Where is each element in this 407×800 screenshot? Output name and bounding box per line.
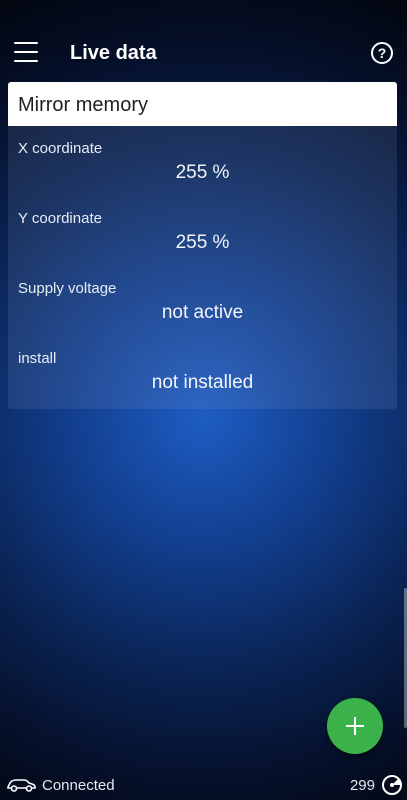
row-label: install bbox=[18, 350, 57, 367]
status-bar: Connected 299 bbox=[0, 770, 407, 800]
connection-status: Connected bbox=[42, 777, 115, 794]
mirror-memory-card: Mirror memory X coordinate 255 % Y coord… bbox=[8, 82, 397, 409]
plus-icon bbox=[346, 717, 364, 735]
row-label: X coordinate bbox=[18, 140, 103, 157]
top-app-bar: Live data ? bbox=[0, 0, 407, 80]
card-title: Mirror memory bbox=[8, 82, 397, 126]
page-title: Live data bbox=[70, 42, 157, 64]
row-label: Supply voltage bbox=[18, 280, 117, 297]
data-row-x-coordinate: X coordinate 255 % bbox=[8, 126, 397, 196]
gauge-icon[interactable] bbox=[381, 774, 403, 796]
data-row-supply-voltage: Supply voltage not active bbox=[8, 266, 397, 336]
row-value: 255 % bbox=[175, 232, 230, 253]
car-icon bbox=[7, 779, 36, 792]
add-button[interactable] bbox=[327, 698, 383, 754]
counter-value: 299 bbox=[349, 777, 375, 794]
data-row-install: install not installed bbox=[8, 336, 397, 406]
menu-icon[interactable] bbox=[14, 42, 38, 62]
help-icon[interactable]: ? bbox=[371, 42, 393, 64]
row-label: Y coordinate bbox=[18, 210, 102, 227]
row-value: not installed bbox=[151, 372, 254, 393]
row-value: 255 % bbox=[175, 162, 230, 183]
row-value: not active bbox=[161, 302, 244, 323]
data-row-y-coordinate: Y coordinate 255 % bbox=[8, 196, 397, 266]
